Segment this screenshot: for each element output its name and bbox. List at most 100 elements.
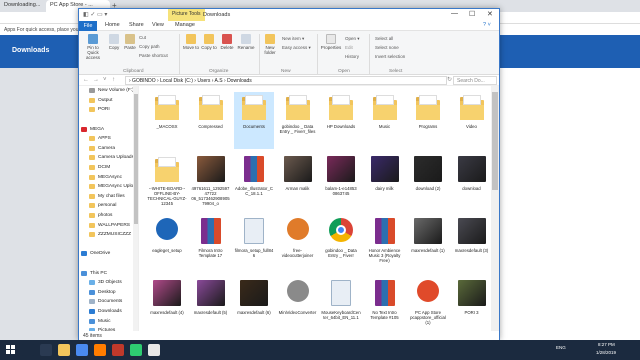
copy-to-button[interactable]: Copy to	[201, 34, 217, 50]
content-scrollbar[interactable]	[491, 86, 499, 331]
file-item[interactable]: Compressed	[191, 92, 231, 149]
copy-button[interactable]: Copy	[107, 34, 121, 50]
recent-locations-button[interactable]: ˅	[103, 77, 107, 83]
close-button[interactable]: ✕	[487, 10, 493, 18]
file-item[interactable]: PC App Store pcappstore_official (1)	[408, 278, 448, 334]
select-all-button[interactable]: Select all	[375, 36, 393, 41]
browser-tab[interactable]: Downloading...	[0, 0, 46, 12]
file-item[interactable]: Video	[452, 92, 492, 149]
nav-item[interactable]: MEGAsync	[79, 172, 138, 182]
file-item[interactable]: 49761611_129259747722 06_517346290890579…	[191, 154, 231, 211]
pin-quick-access-button[interactable]: Pin to Quick access	[81, 34, 105, 61]
nav-item[interactable]: MEGA	[79, 124, 138, 134]
file-item[interactable]: MiniVideoConverter	[278, 278, 318, 334]
file-item[interactable]: gobindoo _ Data Entry _ Fiverr	[321, 216, 361, 273]
delete-button[interactable]: Delete	[219, 34, 235, 50]
open-button[interactable]: Open ▾	[345, 36, 360, 42]
file-item[interactable]: Documents	[234, 92, 274, 149]
tab-file[interactable]: File	[79, 21, 97, 31]
nav-item[interactable]: DCIM	[79, 163, 138, 173]
rename-button[interactable]: Rename	[237, 34, 255, 50]
nav-item[interactable]: Camera Uploads	[79, 153, 138, 163]
file-item[interactable]: Adobe_Illustrator_CC_18.1.1	[234, 154, 274, 211]
quick-access-toolbar[interactable]: ◧ ✓ ▭ ▾	[83, 11, 107, 18]
properties-button[interactable]: Properties	[320, 34, 342, 50]
refresh-button[interactable]: ↻	[447, 76, 452, 83]
chrome2-icon[interactable]	[148, 344, 160, 356]
task-view-icon[interactable]	[40, 344, 52, 356]
move-to-button[interactable]: Move to	[183, 34, 199, 50]
file-item[interactable]: Programs	[408, 92, 448, 149]
chrome-icon[interactable]	[76, 344, 88, 356]
app-icon[interactable]	[112, 344, 124, 356]
clock-time[interactable]: 8:27 PM	[598, 342, 615, 347]
nav-item[interactable]: Music	[79, 316, 138, 326]
file-item[interactable]: Arman malik	[278, 154, 318, 211]
forward-button[interactable]: →	[93, 77, 99, 83]
site-logo[interactable]: Downloads	[12, 47, 49, 54]
explorer-icon[interactable]	[58, 344, 70, 356]
cut-button[interactable]: Cut	[139, 35, 146, 40]
up-button[interactable]: ↑	[112, 77, 115, 83]
tab-home[interactable]: Home	[105, 22, 120, 28]
file-item[interactable]: PORI 3	[452, 278, 492, 334]
edit-button[interactable]: Edit	[345, 45, 353, 50]
nav-item[interactable]: WALLPAPERS	[79, 220, 138, 230]
back-button[interactable]: ←	[83, 77, 89, 83]
help-icon[interactable]: ? ˅	[483, 22, 491, 28]
paste-shortcut-button[interactable]: Paste shortcut	[139, 53, 168, 58]
file-item[interactable]: dairy milk	[365, 154, 405, 211]
nav-scrollbar[interactable]	[133, 86, 138, 331]
illustrator-icon[interactable]	[94, 344, 106, 356]
nav-item[interactable]: Camera	[79, 144, 138, 154]
copy-path-button[interactable]: Copy path	[139, 44, 160, 49]
search-input[interactable]: Search Do...	[453, 76, 497, 85]
file-item[interactable]: _MACOSX	[147, 92, 187, 149]
nav-item[interactable]: This PC	[79, 268, 138, 278]
file-item[interactable]: maxresdefault (5)	[191, 278, 231, 334]
app2-icon[interactable]	[130, 344, 142, 356]
file-item[interactable]: eagleget_setup	[147, 216, 187, 273]
nav-item[interactable]: Desktop	[79, 287, 138, 297]
file-item[interactable]: balam-1-e14853 0863745	[321, 154, 361, 211]
nav-item[interactable]: OneDrive	[79, 249, 138, 259]
new-folder-button[interactable]: New folder	[262, 34, 278, 55]
file-item[interactable]: HP Downloads	[321, 92, 361, 149]
new-item-button[interactable]: New item ▾	[282, 36, 304, 42]
file-item[interactable]: download (2)	[408, 154, 448, 211]
history-button[interactable]: History	[345, 54, 359, 59]
paste-button[interactable]: Paste	[123, 34, 137, 50]
file-item[interactable]: No Text Intro Template #105	[365, 278, 405, 334]
file-item[interactable]: MouseKeyboardCenter_64bit_EN_11.1	[321, 278, 361, 334]
path-breadcrumb[interactable]: › GOBINDO › Local Disk (C:) › Users › A.…	[125, 76, 447, 85]
nav-item[interactable]: Output	[79, 96, 138, 106]
title-bar[interactable]: ◧ ✓ ▭ ▾ Picture Tools Downloads — ☐ ✕	[79, 9, 499, 21]
tab-manage[interactable]: Manage	[175, 22, 195, 28]
search-icon[interactable]	[22, 344, 34, 356]
maximize-button[interactable]: ☐	[469, 10, 475, 18]
select-none-button[interactable]: Select none	[375, 45, 399, 50]
minimize-button[interactable]: —	[451, 10, 458, 17]
file-item[interactable]: Music	[365, 92, 405, 149]
nav-item[interactable]: PORI	[79, 105, 138, 115]
file-item[interactable]: Honor Ambience Music 3 (Royalty Free)	[365, 216, 405, 273]
tab-share[interactable]: Share	[129, 22, 144, 28]
scroll-thumb[interactable]	[134, 94, 138, 224]
file-item[interactable]: maxresdefault (1)	[408, 216, 448, 273]
nav-item[interactable]: ZZZMUSICZZZ	[79, 230, 138, 240]
file-item[interactable]: download	[452, 154, 492, 211]
nav-item[interactable]: photos	[79, 211, 138, 221]
invert-selection-button[interactable]: Invert selection	[375, 54, 405, 59]
file-item[interactable]: gobindoo _ Data Entry _ Fiverr_files	[278, 92, 318, 149]
file-item[interactable]: filmora_setup_full846	[234, 216, 274, 273]
nav-item[interactable]: 3D Objects	[79, 278, 138, 288]
language-indicator[interactable]: ENG	[556, 345, 566, 350]
nav-item[interactable]: personal	[79, 201, 138, 211]
file-item[interactable]: maxresdefault (3)	[452, 216, 492, 273]
easy-access-button[interactable]: Easy access ▾	[282, 45, 311, 51]
nav-item[interactable]: Documents	[79, 297, 138, 307]
file-item[interactable]: maxresdefault (6)	[234, 278, 274, 334]
file-item[interactable]: --WHITE-BOARD--OFFLINE-BY-TECHNICAL-GUYZ…	[147, 154, 187, 211]
file-item[interactable]: free-videocutterjoiner	[278, 216, 318, 273]
scroll-thumb[interactable]	[492, 92, 498, 190]
